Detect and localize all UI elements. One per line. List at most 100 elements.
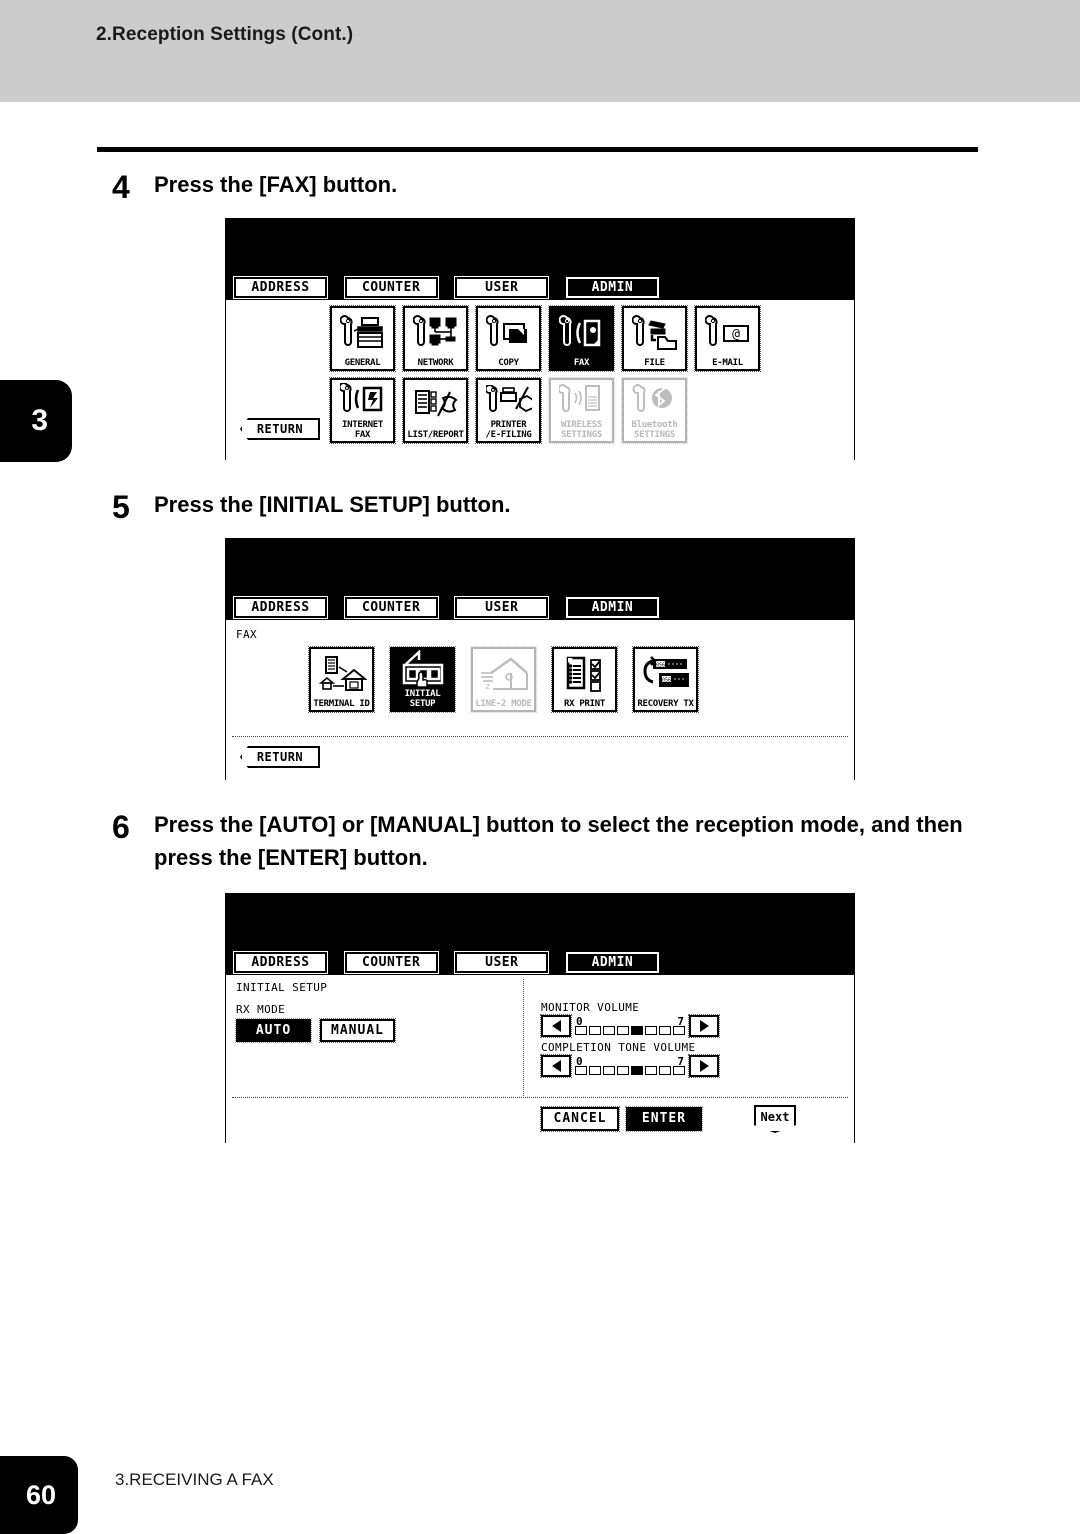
- fax-button-terminal-id[interactable]: TERMINAL ID: [308, 646, 375, 713]
- recovery-tx-icon: 056 056: [635, 649, 696, 699]
- tab-user[interactable]: USER: [454, 596, 550, 619]
- admin-button-label: LIST/REPORT: [407, 430, 464, 440]
- svg-text:z: z: [485, 682, 490, 692]
- return-button[interactable]: RETURN: [240, 746, 320, 768]
- fax-button-recovery-tx[interactable]: 056 056 RECOVERY TX: [632, 646, 699, 713]
- completion-tone-volume-gauge: 0 7: [575, 1054, 685, 1075]
- step-instruction: Press the [AUTO] or [MANUAL] button to s…: [154, 812, 963, 870]
- admin-button-label: FILE: [644, 358, 665, 368]
- fax-button-label: RX PRINT: [564, 699, 605, 709]
- gauge-segment-active: [631, 1025, 643, 1035]
- gauge-min-label: 0: [576, 1014, 583, 1028]
- rx-mode-manual-button[interactable]: MANUAL: [319, 1018, 396, 1043]
- admin-button-label: WIRELESS SETTINGS: [561, 420, 602, 440]
- page-number-tab: 60: [0, 1456, 78, 1534]
- admin-button-internet-fax[interactable]: INTERNET FAX: [329, 377, 396, 444]
- admin-button-list-report[interactable]: LIST/REPORT: [402, 377, 469, 444]
- panel-status-bar: [226, 894, 854, 952]
- fax-button-rx-print[interactable]: RX PRINT: [551, 646, 618, 713]
- admin-button-copy[interactable]: COPY: [475, 305, 542, 372]
- tab-counter[interactable]: COUNTER: [343, 276, 439, 299]
- tab-address[interactable]: ADDRESS: [233, 276, 328, 299]
- panel-tab-strip: ADDRESS COUNTER USER ADMIN: [226, 276, 854, 300]
- admin-button-file[interactable]: FILE: [621, 305, 688, 372]
- admin-button-wireless-settings: WIRELESS SETTINGS: [548, 377, 615, 444]
- admin-button-email[interactable]: @ E-MAIL: [694, 305, 761, 372]
- svg-text:056: 056: [655, 663, 664, 669]
- step-number: 4: [112, 169, 130, 205]
- gauge-segment: [659, 1065, 671, 1075]
- tab-user[interactable]: USER: [454, 276, 550, 299]
- fax-button-label: LINE-2 MODE: [475, 699, 532, 709]
- tab-counter[interactable]: COUNTER: [343, 596, 439, 619]
- tab-user[interactable]: USER: [454, 951, 550, 974]
- fax-button-label: INITIAL SETUP: [404, 689, 441, 709]
- admin-button-label: GENERAL: [344, 358, 381, 368]
- section-divider-rule: [97, 147, 978, 152]
- tab-address[interactable]: ADDRESS: [233, 596, 328, 619]
- wrench-envelope-at-icon: @: [697, 308, 758, 358]
- tab-admin[interactable]: ADMIN: [564, 951, 660, 974]
- wrench-file-folder-icon: [624, 308, 685, 358]
- panel-footer-divider: [232, 736, 848, 737]
- svg-text:@: @: [732, 327, 740, 342]
- lcd-panel-fax-menu: ADDRESS COUNTER USER ADMIN FAX TERMINAL …: [225, 538, 855, 780]
- panel-content: FAX TERMINAL ID INITIAL SETUP z LINE-2 M…: [226, 620, 854, 780]
- document-checklist-icon: [554, 649, 615, 699]
- monitor-volume-increase-button[interactable]: [688, 1014, 720, 1038]
- admin-button-label: FAX: [573, 358, 590, 368]
- gauge-segment: [617, 1065, 629, 1075]
- wrench-network-icon: [405, 308, 466, 358]
- tab-admin[interactable]: ADMIN: [564, 276, 660, 299]
- admin-button-general[interactable]: GENERAL: [329, 305, 396, 372]
- page-header-band: [0, 0, 1080, 102]
- gauge-segment-active: [631, 1065, 643, 1075]
- admin-menu-row-1: GENERAL NETWORK COPY FAX FILE @ E-MAIL: [329, 305, 761, 372]
- step-5: 5 Press the [INITIAL SETUP] button.: [112, 488, 511, 523]
- next-button[interactable]: Next: [754, 1105, 796, 1133]
- step-number: 5: [112, 489, 130, 525]
- lcd-panel-admin-menu: ADDRESS COUNTER USER ADMIN GENERAL NETWO…: [225, 218, 855, 460]
- monitor-volume-decrease-button[interactable]: [540, 1014, 572, 1038]
- panel-status-bar: [226, 219, 854, 277]
- gauge-segment: [589, 1025, 601, 1035]
- tab-counter[interactable]: COUNTER: [343, 951, 439, 974]
- gauge-segment: [645, 1025, 657, 1035]
- tab-address[interactable]: ADDRESS: [233, 951, 328, 974]
- gauge-segment: [659, 1025, 671, 1035]
- gauge-segment: [603, 1065, 615, 1075]
- fax-button-line2-mode: z LINE-2 MODE: [470, 646, 537, 713]
- wrench-wireless-icon: [551, 380, 612, 420]
- wrench-printer-efiling-icon: [478, 380, 539, 420]
- completion-tone-decrease-button[interactable]: [540, 1054, 572, 1078]
- gauge-segment: [589, 1065, 601, 1075]
- admin-button-label: PRINTER /E-FILING: [485, 420, 532, 440]
- step-number: 6: [112, 809, 130, 845]
- admin-button-printer-efiling[interactable]: PRINTER /E-FILING: [475, 377, 542, 444]
- fax-menu-row: TERMINAL ID INITIAL SETUP z LINE-2 MODE …: [308, 646, 699, 713]
- panel-tab-strip: ADDRESS COUNTER USER ADMIN: [226, 951, 854, 975]
- tab-admin[interactable]: ADMIN: [564, 596, 660, 619]
- completion-tone-volume-slider[interactable]: 0 7: [540, 1054, 720, 1078]
- fax-button-label: RECOVERY TX: [637, 699, 694, 709]
- gauge-segment: [645, 1065, 657, 1075]
- cancel-button[interactable]: CANCEL: [540, 1106, 620, 1132]
- fax-button-initial-setup[interactable]: INITIAL SETUP: [389, 646, 456, 713]
- gauge-max-label: 7: [677, 1054, 684, 1068]
- left-arrow-icon: [551, 1020, 561, 1032]
- admin-button-network[interactable]: NETWORK: [402, 305, 469, 372]
- enter-button[interactable]: ENTER: [625, 1106, 703, 1132]
- gauge-max-label: 7: [677, 1014, 684, 1028]
- monitor-volume-slider[interactable]: 0 7: [540, 1014, 720, 1038]
- admin-menu-row-2: INTERNET FAX LIST/REPORT PRINTER /E-FILI…: [329, 377, 688, 444]
- svg-text:056: 056: [661, 678, 670, 684]
- admin-button-label: INTERNET FAX: [342, 420, 383, 440]
- wrench-printer-icon: [332, 308, 393, 358]
- return-button[interactable]: RETURN: [240, 418, 320, 440]
- house-hand-panel-icon: [392, 649, 453, 689]
- step-instruction: Press the [INITIAL SETUP] button.: [154, 492, 511, 517]
- rx-mode-auto-button[interactable]: AUTO: [235, 1018, 312, 1043]
- right-arrow-icon: [699, 1060, 709, 1072]
- admin-button-fax[interactable]: FAX: [548, 305, 615, 372]
- completion-tone-increase-button[interactable]: [688, 1054, 720, 1078]
